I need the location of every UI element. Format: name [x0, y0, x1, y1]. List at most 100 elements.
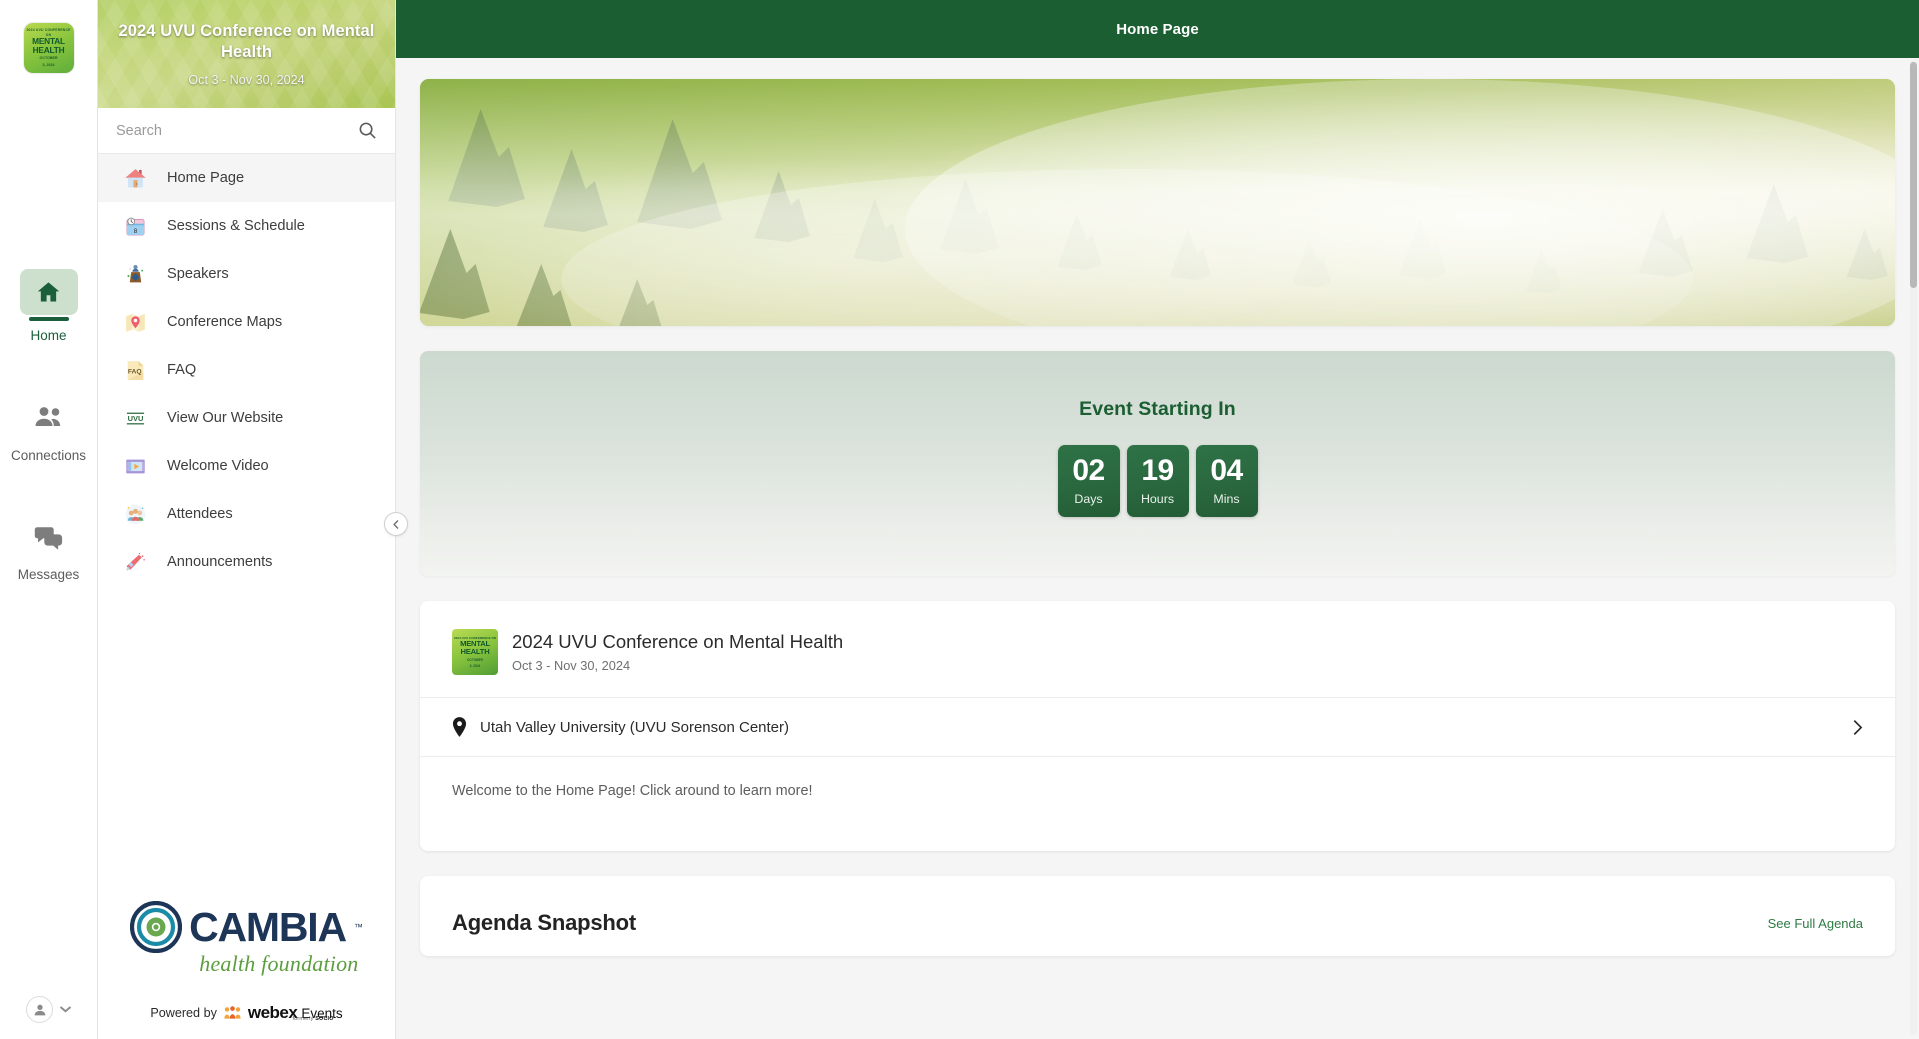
chat-bubbles-icon [20, 514, 78, 560]
account-chevron-down-icon[interactable] [59, 1005, 72, 1014]
search-input[interactable] [116, 122, 358, 139]
webex-people-icon [224, 1006, 241, 1019]
page-title: Home Page [1116, 20, 1199, 38]
page-header: Home Page [396, 0, 1919, 58]
sidebar-item-label: Announcements [167, 554, 273, 570]
event-logo-line-2b: HEALTH [460, 647, 490, 656]
countdown-label: Days [1074, 492, 1103, 507]
sidebar-item-label: Conference Maps [167, 314, 283, 330]
countdown-label: Hours [1140, 492, 1175, 507]
map-pin-icon [452, 717, 480, 737]
sidebar-header: 2024 UVU Conference on Mental Health Oct… [98, 0, 395, 108]
agenda-title: Agenda Snapshot [452, 910, 637, 935]
page-content: Event Starting In 02 Days 19 Hours 04 Mi… [396, 58, 1919, 1039]
event-dates: Oct 3 - Nov 30, 2024 [512, 658, 631, 674]
countdown-value: 02 [1072, 454, 1105, 488]
event-logo-line-3b: 3, 2024 [469, 664, 481, 669]
rail-item-label: Messages [17, 567, 80, 582]
sidebar-item-conference-maps[interactable]: Conference Maps [98, 298, 395, 346]
scrollbar-thumb[interactable] [1910, 62, 1917, 288]
event-location-row[interactable]: Utah Valley University (UVU Sorenson Cen… [420, 697, 1895, 756]
event-name: 2024 UVU Conference on Mental Health [512, 630, 844, 652]
icon-rail: 2024 UVU CONFERENCE ON MENTAL HEALTH OCT… [0, 0, 98, 1039]
sidebar-event-title: 2024 UVU Conference on Mental Health [118, 21, 375, 61]
powered-by-footer[interactable]: Powered by webex Events formerly SOCIO [98, 1003, 395, 1023]
event-welcome-section: Welcome to the Home Page! Click around t… [420, 756, 1895, 851]
attendees-group-icon [114, 499, 156, 529]
sidebar-item-label: View Our Website [167, 410, 284, 426]
event-banner-image [420, 79, 1895, 326]
rail-account-area [0, 996, 98, 1023]
countdown-boxes: 02 Days 19 Hours 04 Mins [1057, 445, 1258, 517]
svg-text:UVU: UVU [127, 414, 143, 423]
cambia-trademark: ™ [353, 922, 363, 932]
agenda-snapshot-card: Agenda Snapshot See Full Agenda [420, 876, 1895, 956]
rail-item-home[interactable]: Home [4, 269, 94, 343]
house-icon [114, 163, 156, 193]
cambia-wordmark: CAMBIA [189, 903, 347, 950]
agenda-header: Agenda Snapshot See Full Agenda [420, 876, 1895, 956]
person-avatar-icon [34, 1004, 45, 1015]
event-logo: 2024 UVU CONFERENCE ON MENTAL HEALTH OCT… [452, 629, 498, 675]
countdown-label: Mins [1213, 492, 1240, 507]
countdown-card: Event Starting In 02 Days 19 Hours 04 Mi… [420, 351, 1895, 576]
event-logo-line-3a: OCTOBER [467, 657, 483, 662]
chevron-right-icon[interactable] [1852, 719, 1863, 736]
welcome-message: Welcome to the Home Page! Click around t… [452, 783, 813, 799]
cambia-tagline: health foundation [199, 951, 359, 976]
sidebar-item-label: Welcome Video [167, 458, 269, 474]
rail-nav-list: Home Connections Messages [4, 269, 94, 582]
countdown-value: 19 [1141, 454, 1174, 488]
sidebar-item-label: Sessions & Schedule [167, 218, 305, 234]
rail-item-label: Home [30, 328, 67, 343]
sidebar-item-speakers[interactable]: Speakers [98, 250, 395, 298]
search-icon[interactable] [358, 121, 377, 140]
rail-item-connections[interactable]: Connections [4, 395, 94, 463]
sidebar-item-label: Home Page [167, 170, 245, 186]
app-event-logo[interactable]: 2024 UVU CONFERENCE ON MENTAL HEALTH OCT… [23, 23, 74, 73]
sponsor-logo[interactable]: CAMBIA ™ health foundation [98, 901, 395, 977]
svg-text:8: 8 [133, 227, 137, 234]
formerly-socio-label: formerly SOCIO [292, 1016, 334, 1022]
event-info-card: 2024 UVU CONFERENCE ON MENTAL HEALTH OCT… [420, 601, 1895, 851]
event-sidebar: 2024 UVU Conference on Mental Health Oct… [98, 0, 396, 1039]
sidebar-item-welcome-video[interactable]: Welcome Video [98, 442, 395, 490]
sidebar-item-faq[interactable]: FAQ FAQ [98, 346, 395, 394]
webex-brand: webex [247, 1003, 298, 1022]
sidebar-item-sessions-schedule[interactable]: 8 Sessions & Schedule [98, 202, 395, 250]
calendar-clock-icon: 8 [114, 211, 156, 241]
rail-item-label: Connections [10, 447, 87, 463]
sidebar-collapse-button[interactable] [384, 512, 408, 536]
powered-by-label: Powered by [150, 1006, 217, 1020]
sidebar-item-label: FAQ [167, 362, 197, 378]
megaphone-icon [114, 547, 156, 577]
people-icon [20, 395, 78, 441]
main-area: Home Page Event Starting In 02 Days 19 H… [396, 0, 1919, 1039]
home-icon [19, 269, 78, 315]
chevron-left-icon [392, 519, 398, 529]
see-full-agenda-link[interactable]: See Full Agenda [1768, 916, 1863, 931]
sidebar-item-attendees[interactable]: Attendees [98, 490, 395, 538]
sidebar-event-dates: Oct 3 - Nov 30, 2024 [188, 73, 305, 88]
logo-line-3b: 3, 2024 [42, 63, 55, 68]
event-header-row: 2024 UVU CONFERENCE ON MENTAL HEALTH OCT… [420, 601, 1895, 697]
sidebar-item-home-page[interactable]: Home Page [98, 154, 395, 202]
podium-speaker-icon [114, 259, 156, 289]
countdown-unit-mins: 04 Mins [1195, 445, 1258, 517]
event-location: Utah Valley University (UVU Sorenson Cen… [480, 718, 790, 736]
sidebar-nav-list: Home Page 8 Sessions & Schedule Speakers… [98, 154, 395, 586]
film-play-icon [114, 451, 156, 481]
map-pin-icon [114, 307, 156, 337]
active-underline [28, 317, 69, 321]
sidebar-item-announcements[interactable]: Announcements [98, 538, 395, 586]
cambia-mark-icon [130, 901, 183, 953]
logo-line-3a: OCTOBER [39, 56, 58, 61]
banner-mist-overlay [420, 79, 1895, 326]
countdown-unit-days: 02 Days [1057, 445, 1120, 517]
sidebar-item-label: Speakers [167, 266, 229, 282]
sidebar-item-view-our-website[interactable]: UVU View Our Website [98, 394, 395, 442]
rail-item-messages[interactable]: Messages [4, 514, 94, 582]
avatar[interactable] [26, 996, 53, 1023]
faq-document-icon: FAQ [114, 355, 156, 385]
svg-text:FAQ: FAQ [127, 368, 141, 375]
